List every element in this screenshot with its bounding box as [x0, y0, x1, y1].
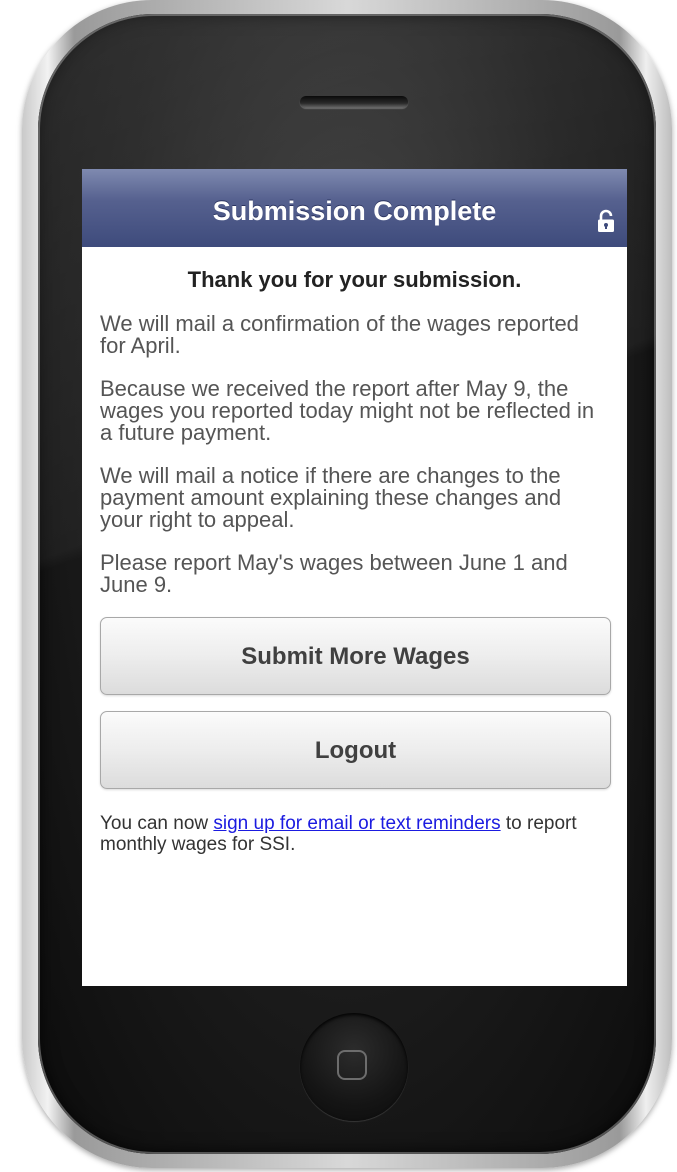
footer-prefix: You can now	[100, 813, 214, 834]
next-report-paragraph: Please report May's wages between June 1…	[100, 550, 568, 597]
notice-paragraph: We will mail a notice if there are chang…	[100, 463, 562, 532]
logout-button[interactable]: Logout	[100, 711, 611, 789]
content: Thank you for your submission. We will m…	[82, 247, 627, 596]
header-bar: Submission Complete	[82, 169, 627, 247]
footer-text: You can now sign up for email or text re…	[100, 813, 609, 855]
submit-more-wages-button[interactable]: Submit More Wages	[100, 617, 611, 695]
phone-screen: Submission Complete Thank you for your s…	[82, 169, 627, 986]
page-title: Submission Complete	[212, 196, 497, 226]
confirmation-paragraph: We will mail a confirmation of the wages…	[100, 311, 579, 358]
home-button[interactable]	[300, 1013, 408, 1121]
thanks-heading: Thank you for your submission.	[187, 267, 522, 292]
reminders-signup-link[interactable]: sign up for email or text reminders	[213, 813, 500, 834]
late-report-paragraph: Because we received the report after May…	[100, 376, 595, 445]
home-square-icon	[337, 1050, 367, 1080]
lock-icon	[598, 209, 614, 232]
phone-speaker	[300, 96, 408, 108]
